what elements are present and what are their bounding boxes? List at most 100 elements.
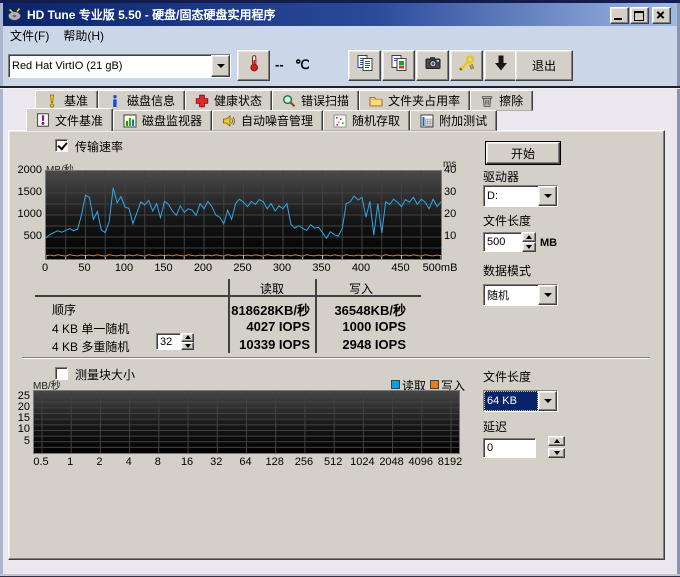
chevron-down-icon[interactable]: [538, 186, 557, 206]
random-access-icon: [333, 114, 347, 128]
block-axis-tick: 15: [4, 412, 30, 424]
window-title: HD Tune 专业版 5.50 - 硬盘/固态硬盘实用程序: [27, 6, 275, 23]
delay-input[interactable]: 0: [483, 438, 536, 458]
tab-error-scan[interactable]: 错误扫描: [272, 90, 359, 111]
speed-axis-tick: 1500: [8, 186, 42, 198]
temperature-value: --: [275, 57, 284, 72]
file-length-value: 500: [487, 236, 505, 248]
latency-axis-tick: 40: [444, 164, 468, 176]
tab-label: 自动噪音管理: [241, 112, 313, 129]
options-button[interactable]: [450, 50, 483, 81]
block-file-length-select[interactable]: 64 KB: [483, 390, 558, 412]
latency-axis-tick: 30: [444, 186, 468, 198]
tab-label: 随机存取: [352, 112, 400, 129]
transfer-rate-checkbox[interactable]: [55, 139, 68, 152]
spin-up-icon[interactable]: [181, 333, 194, 342]
tab-folder-usage[interactable]: 文件夹占用率: [359, 90, 470, 111]
queue-depth-value: 32: [160, 336, 172, 348]
minimize-button[interactable]: [610, 7, 629, 24]
delay-label: 延迟: [483, 418, 507, 435]
minimize-icon: [614, 18, 622, 20]
screenshot-button[interactable]: [416, 50, 449, 81]
data-pattern-select[interactable]: 随机: [483, 284, 558, 306]
target-drive-select[interactable]: D:: [483, 185, 558, 207]
chevron-down-icon[interactable]: [538, 391, 557, 411]
tab-random-access[interactable]: 随机存取: [323, 110, 410, 131]
speed-axis-tick: 500: [8, 230, 42, 242]
chevron-down-icon[interactable]: [211, 55, 230, 77]
save-results-icon: [492, 54, 510, 77]
write-legend-swatch: [430, 380, 439, 389]
maximize-button[interactable]: [630, 7, 649, 24]
spin-down-icon[interactable]: [548, 448, 565, 458]
block-size-chart: [33, 390, 460, 454]
delay-value: 0: [487, 442, 493, 454]
hdtune-window: HD Tune 专业版 5.50 - 硬盘/固态硬盘实用程序 文件(F) 帮助(…: [0, 0, 680, 577]
close-button[interactable]: [652, 7, 671, 24]
position-axis-tick: 50: [65, 262, 105, 274]
tab-aam[interactable]: 自动噪音管理: [212, 110, 323, 131]
app-icon: [7, 7, 22, 22]
tab-label: 擦除: [499, 92, 523, 109]
disk-info-icon: [108, 94, 122, 108]
table-header-read: 读取: [230, 280, 314, 297]
block-axis-tick: 10: [4, 423, 30, 435]
rand-write-value: 1000 IOPS: [318, 319, 406, 334]
spin-up-icon[interactable]: [548, 436, 565, 446]
rand-read-value: 4027 IOPS: [228, 319, 310, 334]
menu-help[interactable]: 帮助(H): [56, 26, 111, 45]
block-axis-tick: 20: [4, 401, 30, 413]
multi-read-value: 10339 IOPS: [228, 337, 310, 352]
tab-erase[interactable]: 擦除: [470, 90, 533, 111]
toolbar-separator: [0, 86, 680, 89]
spin-down-icon[interactable]: [181, 342, 194, 351]
transfer-rate-chart: [45, 170, 442, 260]
tab-disk-monitor[interactable]: 磁盘监视器: [113, 110, 212, 131]
spin-up-icon[interactable]: [522, 232, 536, 242]
table-row-label: 4 KB 单一随机: [52, 320, 129, 337]
spin-down-icon[interactable]: [522, 242, 536, 252]
queue-depth-input[interactable]: 32: [156, 333, 181, 350]
title-bar: HD Tune 专业版 5.50 - 硬盘/固态硬盘实用程序: [3, 3, 677, 26]
drive-select[interactable]: Red Hat VirtIO (21 gB): [8, 54, 231, 78]
tab-label: 附加测试: [439, 112, 487, 129]
tab-health[interactable]: 健康状态: [185, 90, 272, 111]
options-icon: [458, 54, 476, 77]
section-divider: [22, 357, 650, 359]
tab-label: 健康状态: [214, 92, 262, 109]
exit-button[interactable]: 退出: [515, 50, 573, 81]
aam-icon: [222, 114, 236, 128]
position-axis-tick: 250: [223, 262, 263, 274]
drive-label: 驱动器: [483, 168, 519, 185]
data-pattern-value: 随机: [484, 287, 538, 303]
speed-axis-tick: 1000: [8, 208, 42, 220]
copy-text-button[interactable]: [348, 50, 381, 81]
file-length-label: 文件长度: [483, 212, 531, 229]
seq-write-value: 36548KB/秒: [318, 300, 406, 319]
menu-file[interactable]: 文件(F): [3, 26, 56, 45]
menu-bar: 文件(F) 帮助(H): [3, 26, 677, 44]
chevron-down-icon[interactable]: [538, 285, 557, 305]
tab-label: 文件基准: [55, 112, 103, 129]
speed-axis-tick: 2000: [8, 164, 42, 176]
tab-row-front: 文件基准磁盘监视器 自动噪音管理 随机存取 附加测试: [26, 110, 497, 131]
queue-depth-stepper: [181, 333, 194, 350]
table-divider: [315, 279, 317, 353]
position-axis-tick: 450: [381, 262, 421, 274]
extra-tests-icon: [420, 114, 434, 128]
start-button[interactable]: 开始: [486, 142, 560, 164]
erase-icon: [480, 94, 494, 108]
file-length-stepper: [522, 232, 536, 252]
table-header-write: 写入: [318, 280, 404, 297]
tab-extra-tests[interactable]: 附加测试: [410, 110, 497, 131]
benchmark-icon: [45, 94, 59, 108]
tab-label: 基准: [64, 92, 88, 109]
temperature-unit: ℃: [295, 57, 310, 73]
tab-file-benchmark[interactable]: 文件基准: [26, 108, 113, 131]
file-length-input[interactable]: 500: [483, 232, 522, 252]
copy-image-button[interactable]: [382, 50, 415, 81]
tab-label: 错误扫描: [301, 92, 349, 109]
position-axis-tick: 350: [302, 262, 342, 274]
save-results-button[interactable]: [484, 50, 517, 81]
temperature-button[interactable]: [237, 50, 270, 81]
